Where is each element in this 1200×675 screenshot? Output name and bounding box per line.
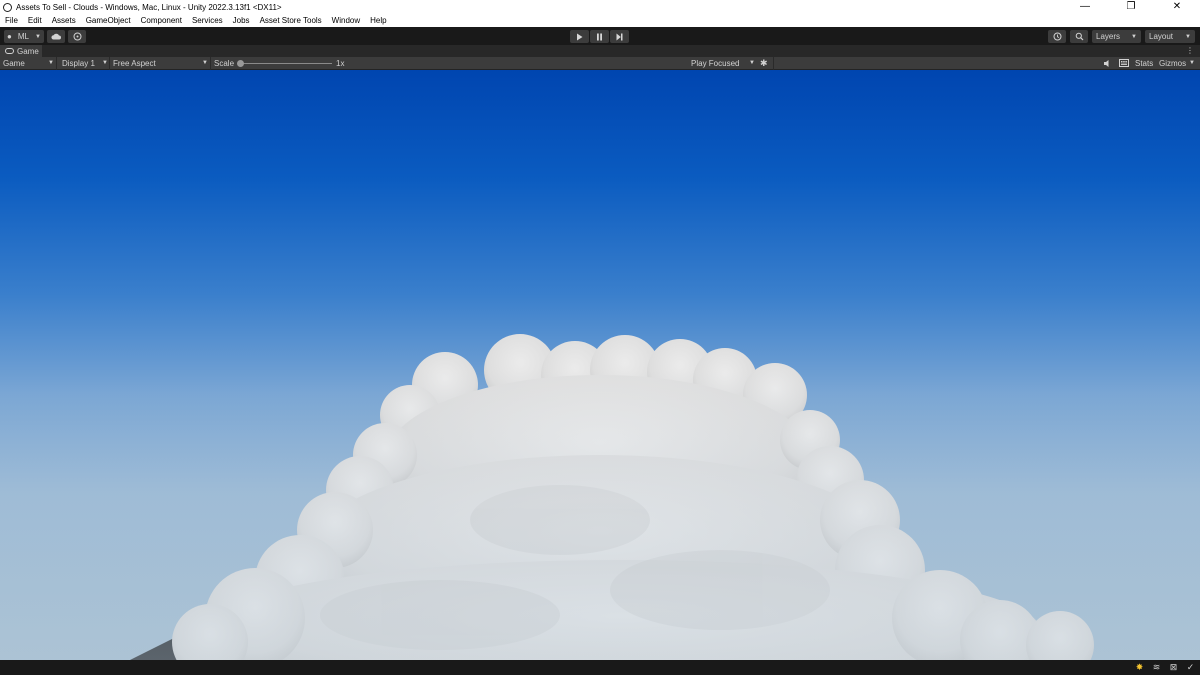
check-circle-icon[interactable]: ✓: [1185, 662, 1196, 673]
lightbulb-icon[interactable]: ✸: [1134, 662, 1145, 673]
game-mode-dropdown[interactable]: Game: [3, 57, 25, 70]
menu-component[interactable]: Component: [136, 14, 187, 27]
undo-history-button[interactable]: [1048, 30, 1066, 43]
scale-value: 1x: [336, 59, 345, 68]
version-control-button[interactable]: [68, 30, 86, 43]
kebab-menu-icon[interactable]: ⋮: [1186, 45, 1194, 57]
menu-edit[interactable]: Edit: [23, 14, 47, 27]
layers-dropdown[interactable]: Layers ▼: [1092, 30, 1141, 43]
game-viewport[interactable]: [0, 70, 1200, 660]
scale-slider-handle[interactable]: [237, 60, 244, 67]
cloud-scene: [0, 334, 1200, 660]
tab-game-label: Game: [17, 46, 39, 56]
chevron-down-icon: ▼: [48, 60, 54, 66]
play-controls: [570, 30, 629, 43]
keyboard-icon: [1119, 59, 1129, 67]
scale-label: Scale: [214, 59, 235, 68]
pause-button[interactable]: [590, 30, 609, 43]
gizmos-dropdown[interactable]: Gizmos: [1159, 57, 1186, 70]
step-icon: [616, 33, 623, 40]
audio-mute-button[interactable]: [1103, 57, 1112, 70]
gamepad-icon: [5, 48, 14, 54]
chevron-down-icon: ▼: [202, 60, 208, 66]
divider: [773, 57, 774, 70]
search-icon: [1075, 32, 1083, 41]
menu-asset-store-tools[interactable]: Asset Store Tools: [255, 14, 327, 27]
menu-gameobject[interactable]: GameObject: [81, 14, 136, 27]
menu-help[interactable]: Help: [365, 14, 391, 27]
cloud-icon: [51, 33, 61, 40]
window-controls: — ❐ ✕: [1062, 0, 1200, 14]
window-title: Assets To Sell - Clouds - Windows, Mac, …: [16, 2, 282, 12]
search-button[interactable]: [1070, 30, 1088, 43]
tab-game[interactable]: Game: [0, 45, 42, 57]
window-title-bar: Assets To Sell - Clouds - Windows, Mac, …: [0, 0, 1200, 14]
status-bar: ✸ ≋ ⊠ ✓: [0, 660, 1200, 675]
restore-button[interactable]: ❐: [1108, 0, 1154, 14]
cloud-button[interactable]: [47, 30, 65, 43]
aspect-dropdown[interactable]: Free Aspect: [113, 57, 156, 70]
menu-assets[interactable]: Assets: [47, 14, 81, 27]
display-dropdown[interactable]: Display 1: [62, 57, 95, 70]
minimize-button[interactable]: —: [1062, 0, 1108, 14]
version-control-icon: [73, 32, 81, 41]
layout-label: Layout: [1149, 32, 1174, 41]
layers-label: Layers: [1096, 32, 1121, 41]
stats-button[interactable]: Stats: [1135, 57, 1153, 70]
chevron-down-icon: ▼: [1131, 33, 1137, 40]
account-icon: ●: [7, 32, 12, 41]
play-button[interactable]: [570, 30, 589, 43]
unity-logo-icon: [3, 2, 12, 12]
play-icon: [577, 33, 583, 40]
chevron-down-icon: ▼: [749, 60, 755, 66]
step-button[interactable]: [610, 30, 629, 43]
chevron-down-icon: ▼: [35, 33, 41, 40]
chevron-down-icon: ▼: [102, 60, 108, 66]
menu-services[interactable]: Services: [187, 14, 228, 27]
play-mode-dropdown[interactable]: Play Focused: [691, 57, 739, 70]
account-dropdown[interactable]: ● ML ▼: [4, 30, 44, 43]
shortcuts-button[interactable]: [1119, 57, 1129, 70]
speaker-icon: [1104, 60, 1109, 67]
chevron-down-icon: ▼: [1185, 33, 1191, 40]
account-label: ML: [17, 32, 29, 41]
menu-jobs[interactable]: Jobs: [228, 14, 255, 27]
tab-bar: Game ⋮: [0, 45, 1200, 57]
layout-dropdown[interactable]: Layout ▼: [1145, 30, 1195, 43]
divider: [109, 57, 110, 70]
prefab-icon[interactable]: ⊠: [1168, 662, 1179, 673]
pause-icon: [597, 33, 602, 40]
stack-icon[interactable]: ≋: [1151, 662, 1162, 673]
status-icons: ✸ ≋ ⊠ ✓: [1134, 662, 1196, 673]
chevron-down-icon: ▼: [1189, 60, 1195, 66]
bug-icon[interactable]: ✱: [760, 57, 768, 70]
divider: [210, 57, 211, 70]
menu-window[interactable]: Window: [327, 14, 365, 27]
main-toolbar: ● ML ▼ Layers ▼ Layout ▼: [0, 27, 1200, 45]
atmospheric-haze: [0, 370, 1200, 660]
game-view-toolbar: Game ▼ Display 1 ▼ Free Aspect ▼ Scale 1…: [0, 57, 1200, 70]
close-button[interactable]: ✕: [1154, 0, 1200, 14]
history-icon: [1053, 32, 1061, 41]
menu-bar: File Edit Assets GameObject Component Se…: [0, 14, 1200, 27]
menu-file[interactable]: File: [0, 14, 23, 27]
divider: [56, 57, 57, 70]
scale-slider-track[interactable]: [240, 63, 332, 64]
